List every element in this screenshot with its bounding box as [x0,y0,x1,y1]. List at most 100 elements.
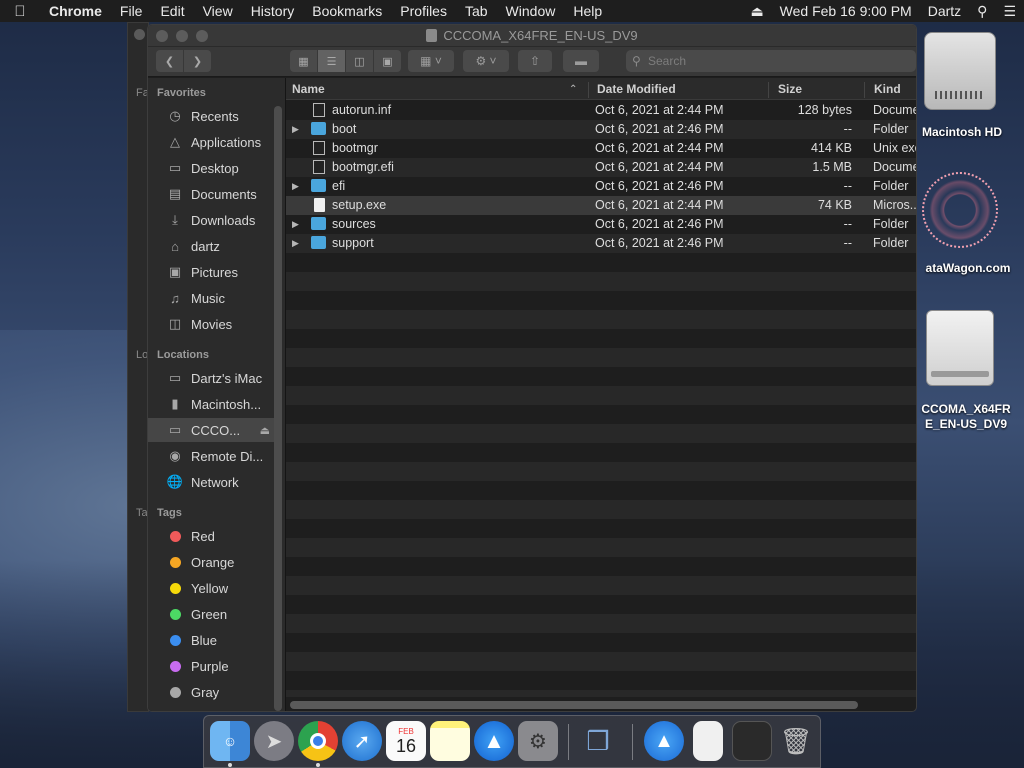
menu-view[interactable]: View [194,0,242,22]
usb-drive-icon[interactable] [926,310,994,386]
menu-user[interactable]: Dartz [920,3,969,19]
column-header-size[interactable]: Size [778,82,802,96]
sidebar-item-recents[interactable]: ◷ Recents [148,104,274,128]
table-row[interactable]: setup.exe Oct 6, 2021 at 2:44 PM 74 KB M… [286,196,916,215]
sidebar-item-pictures[interactable]: ▣ Pictures [148,260,274,284]
tag-dot-icon [169,634,181,646]
edit-tags-button[interactable]: ▬ [563,50,599,72]
menu-bookmarks[interactable]: Bookmarks [303,0,391,22]
column-header-name[interactable]: Name [292,82,325,96]
menu-edit[interactable]: Edit [151,0,193,22]
sidebar-item-music[interactable]: ♫ Music [148,286,274,310]
sidebar-tag-orange[interactable]: Orange [148,550,274,574]
menu-window[interactable]: Window [497,0,565,22]
sidebar-tag-yellow[interactable]: Yellow [148,576,274,600]
notification-center-icon[interactable]: ☰ [995,3,1024,20]
sidebar-item-home[interactable]: ⌂ dartz [148,234,274,258]
virtualbox-dock-icon[interactable]: ❒ [578,721,618,761]
sidebar-tag-gray[interactable]: Gray [148,680,274,704]
tag-dot-icon [169,530,181,542]
disclosure-triangle-icon[interactable]: ▶ [292,219,302,230]
table-row[interactable]: bootmgr.efi Oct 6, 2021 at 2:44 PM 1.5 M… [286,158,916,177]
table-row[interactable]: ▶ support Oct 6, 2021 at 2:46 PM -- Fold… [286,234,916,253]
eject-status-icon[interactable]: ⏏ [742,3,771,20]
horizontal-scrollbar[interactable] [290,701,858,709]
document-dock-icon[interactable] [693,721,723,761]
apple-menu-icon[interactable]:  [0,3,40,20]
disclosure-triangle-icon[interactable]: ▶ [292,181,302,192]
menu-app-name[interactable]: Chrome [40,0,111,22]
action-gear-button[interactable]: ⚙ ˅ [463,50,509,72]
table-row[interactable]: ▶ boot Oct 6, 2021 at 2:46 PM -- Folder [286,120,916,139]
datawagon-icon[interactable] [922,172,998,248]
notes-dock-icon[interactable] [430,721,470,761]
sidebar-tag-purple[interactable]: Purple [148,654,274,678]
eject-icon[interactable]: ⏏ [260,424,270,437]
remote-disc-icon: ◉ [169,448,181,463]
sidebar-item-macintosh-hd[interactable]: ▮ Macintosh... [148,392,274,416]
sidebar-item-applications[interactable]: △ Applications [148,130,274,154]
menu-tab[interactable]: Tab [456,0,497,22]
sidebar-tag-green[interactable]: Green [148,602,274,626]
spotlight-icon[interactable]: ⚲ [969,3,995,20]
share-button[interactable]: ⇧ [518,50,552,72]
gallery-view-button[interactable]: ▣ [374,50,401,72]
window-close-button[interactable] [134,29,145,40]
desktop-icon-label[interactable]: ataWagon.com [912,261,1024,275]
app-store-download-dock-icon[interactable]: ▲ [644,721,684,761]
group-by-button[interactable]: ▦ ˅ [408,50,454,72]
icon-view-button[interactable]: ▦ [290,50,317,72]
sidebar-item-imac[interactable]: ▭ Dartz's iMac [148,366,274,390]
sidebar-item-desktop[interactable]: ▭ Desktop [148,156,274,180]
desktop-icon-label[interactable]: Macintosh HD [912,125,1012,139]
table-row[interactable]: autorun.inf Oct 6, 2021 at 2:44 PM 128 b… [286,101,916,120]
title-bar[interactable]: CCCOMA_X64FRE_EN-US_DV9 [148,25,916,47]
calendar-dock-icon[interactable]: FEB 16 [386,721,426,761]
background-window[interactable]: Fa Lo Ta [127,22,149,712]
sidebar-item-movies[interactable]: ◫ Movies [148,312,274,336]
column-view-button[interactable]: ◫ [346,50,373,72]
sidebar-tag-red[interactable]: Red [148,524,274,548]
app-store-dock-icon[interactable]: ▲ [474,721,514,761]
back-button[interactable]: ❮ [156,50,183,72]
menu-clock[interactable]: Wed Feb 16 9:00 PM [772,3,920,19]
file-size: -- [843,236,852,250]
chrome-dock-icon[interactable] [298,721,338,761]
sidebar-tag-blue[interactable]: Blue [148,628,274,652]
tag-dot-icon [169,686,181,698]
sidebar-item-documents[interactable]: ▤ Documents [148,182,274,206]
column-header-date[interactable]: Date Modified [597,82,676,96]
trash-dock-icon[interactable]: 🗑 [776,721,816,761]
safari-dock-icon[interactable]: ➚ [342,721,382,761]
table-row[interactable]: ▶ efi Oct 6, 2021 at 2:46 PM -- Folder [286,177,916,196]
menu-file[interactable]: File [111,0,152,22]
menu-help[interactable]: Help [564,0,611,22]
menu-profiles[interactable]: Profiles [391,0,456,22]
sidebar-item-label: Gray [191,684,220,700]
screenshot-dock-icon[interactable] [732,721,772,761]
forward-button[interactable]: ❯ [184,50,211,72]
macintosh-hd-icon[interactable] [924,32,996,110]
sort-chevron-icon[interactable]: ⌃ [569,84,577,95]
window-title: CCCOMA_X64FRE_EN-US_DV9 [443,28,638,43]
system-preferences-dock-icon[interactable]: ⚙ [518,721,558,761]
sidebar-item-remote-disc[interactable]: ◉ Remote Di... [148,444,274,468]
network-icon: 🌐 [166,474,184,489]
search-placeholder: Search [648,54,687,68]
finder-dock-icon[interactable]: ☺ [210,721,250,761]
column-header-kind[interactable]: Kind [874,82,901,96]
sidebar-item-ccco-disk[interactable]: ▭ CCCO... ⏏ [148,418,274,442]
sidebar-header-locations: Locations [157,349,209,361]
menu-history[interactable]: History [242,0,304,22]
table-row[interactable]: bootmgr Oct 6, 2021 at 2:44 PM 414 KB Un… [286,139,916,158]
search-field[interactable]: ⚲ Search [626,50,916,72]
sidebar-item-downloads[interactable]: ⤓ Downloads [148,208,274,232]
sidebar-item-network[interactable]: 🌐 Network [148,470,274,494]
desktop-icon-label[interactable]: CCOMA_X64FR E_EN-US_DV9 [912,402,1020,432]
disclosure-triangle-icon[interactable]: ▶ [292,238,302,249]
sidebar-scrollbar[interactable] [274,106,282,711]
table-row[interactable]: ▶ sources Oct 6, 2021 at 2:46 PM -- Fold… [286,215,916,234]
list-view-button[interactable]: ☰ [318,50,345,72]
launchpad-dock-icon[interactable]: ➤ [254,721,294,761]
disclosure-triangle-icon[interactable]: ▶ [292,124,302,135]
